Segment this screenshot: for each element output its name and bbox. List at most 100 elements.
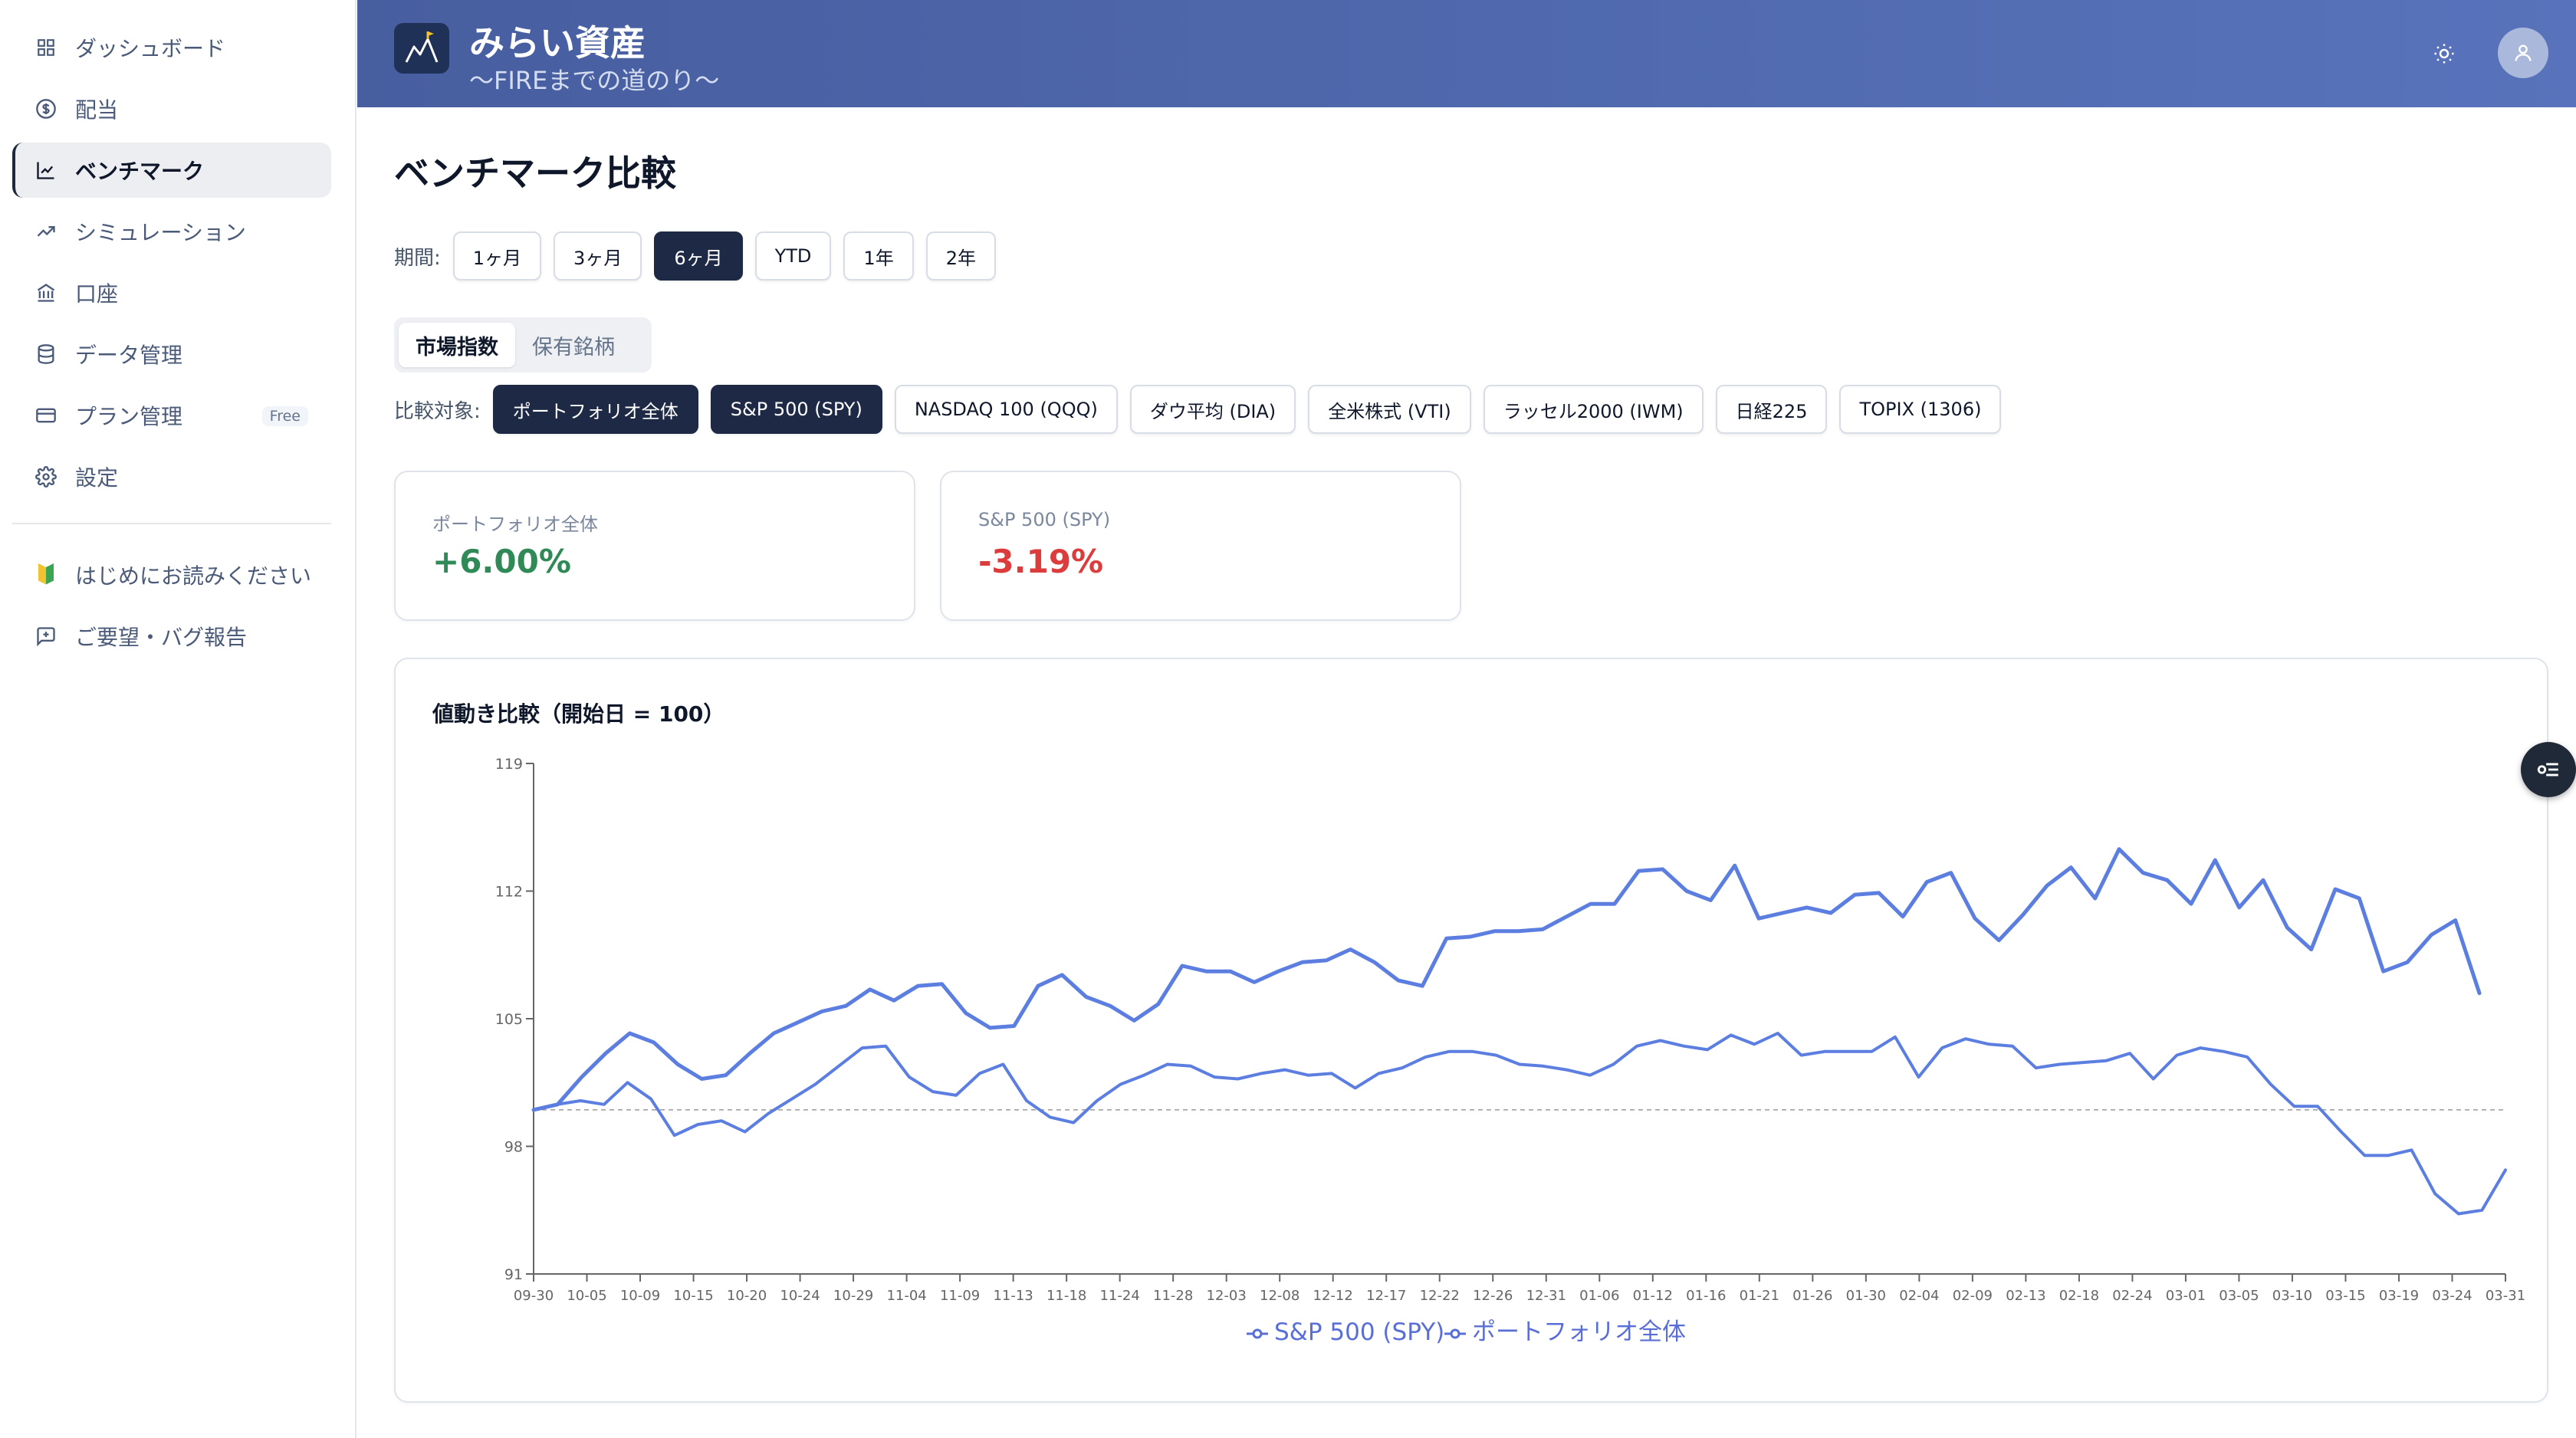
compare-option-iwm[interactable]: ラッセル2000 (IWM) — [1483, 385, 1704, 434]
sidebar-item-label: ベンチマーク — [75, 159, 205, 184]
compare-option-nikkei225[interactable]: 日経225 — [1715, 385, 1828, 434]
compare-option-dia[interactable]: ダウ平均 (DIA) — [1129, 385, 1296, 434]
sidebar-item-label: ご要望・バグ報告 — [75, 625, 248, 650]
series-line-spy — [532, 1032, 2507, 1216]
theme-toggle-button[interactable] — [2427, 37, 2461, 71]
period-button-2y[interactable]: 2年 — [925, 231, 996, 281]
x-tick-label: 01-06 — [1579, 1288, 1619, 1304]
period-button-1y[interactable]: 1年 — [843, 231, 914, 281]
period-button-3m[interactable]: 3ヶ月 — [554, 231, 642, 281]
x-tick-label: 01-16 — [1686, 1288, 1726, 1304]
sun-icon — [2434, 44, 2454, 64]
card-label: ポートフォリオ全体 — [432, 514, 598, 535]
x-tick-label: 03-01 — [2166, 1288, 2206, 1304]
app-title: みらい資産 — [469, 22, 646, 64]
card-label: S&P 500 (SPY) — [978, 509, 1111, 530]
y-tick-label: 105 — [495, 1011, 523, 1028]
credit-card-icon — [34, 403, 58, 428]
sidebar-nav: ダッシュボード 配当 ベンチマーク シミュレーション 口座 データ管理 プラン管… — [12, 20, 331, 670]
x-tick-label: 10-20 — [727, 1288, 767, 1304]
beginner-mark-icon — [34, 563, 58, 587]
compare-option-spy[interactable]: S&P 500 (SPY) — [710, 385, 882, 434]
x-tick-label: 02-18 — [2059, 1288, 2099, 1304]
period-button-ytd[interactable]: YTD — [754, 231, 832, 281]
x-tick-label: 11-28 — [1153, 1288, 1193, 1304]
trending-up-icon — [34, 219, 58, 244]
sidebar-item-benchmark[interactable]: ベンチマーク — [12, 143, 331, 198]
period-button-6m[interactable]: 6ヶ月 — [654, 231, 743, 281]
x-tick-label: 10-05 — [567, 1288, 606, 1304]
app-logo[interactable] — [394, 23, 449, 74]
compare-selector: 比較対象: ポートフォリオ全体 S&P 500 (SPY) NASDAQ 100… — [394, 385, 2013, 434]
app-header: みらい資産 〜FIREまでの道のり〜 — [357, 0, 2576, 107]
x-tick-label: 01-26 — [1792, 1288, 1832, 1304]
compare-option-vti[interactable]: 全米株式 (VTI) — [1308, 385, 1471, 434]
x-tick-label: 12-17 — [1366, 1288, 1406, 1304]
sidebar-item-plan[interactable]: プラン管理 Free — [12, 388, 331, 443]
benchmark-tabs: 市場指数 保有銘柄 — [394, 317, 652, 373]
x-tick-label: 12-22 — [1420, 1288, 1460, 1304]
x-tick-label: 11-18 — [1046, 1288, 1086, 1304]
sidebar-item-dashboard[interactable]: ダッシュボード — [12, 20, 331, 75]
y-tick-label: 98 — [504, 1139, 523, 1156]
x-tick-label: 03-31 — [2486, 1288, 2525, 1304]
dollar-circle-icon — [34, 97, 58, 121]
database-icon — [34, 342, 58, 366]
x-tick-label: 12-12 — [1313, 1288, 1353, 1304]
x-tick-label: 03-19 — [2379, 1288, 2419, 1304]
sidebar-item-settings[interactable]: 設定 — [12, 449, 331, 504]
x-tick-label: 11-04 — [886, 1288, 926, 1304]
sidebar-item-accounts[interactable]: 口座 — [12, 265, 331, 320]
app-subtitle: 〜FIREまでの道のり〜 — [469, 66, 720, 95]
x-tick-label: 10-09 — [620, 1288, 660, 1304]
sidebar-item-data-management[interactable]: データ管理 — [12, 327, 331, 382]
x-tick-label: 11-13 — [993, 1288, 1033, 1304]
return-card-spy: S&P 500 (SPY) -3.19% — [940, 471, 1461, 621]
legend-swatch-marker-portfolio — [1450, 1328, 1460, 1339]
user-avatar-button[interactable] — [2498, 28, 2548, 78]
compare-option-topix[interactable]: TOPIX (1306) — [1839, 385, 2002, 434]
x-tick-label: 02-13 — [2006, 1288, 2045, 1304]
period-selector: 期間: 1ヶ月 3ヶ月 6ヶ月 YTD 1年 2年 — [394, 231, 1008, 281]
grid-icon — [34, 35, 58, 60]
x-tick-label: 12-08 — [1260, 1288, 1300, 1304]
mountain-chart-icon — [405, 31, 439, 63]
compare-option-portfolio[interactable]: ポートフォリオ全体 — [492, 385, 698, 434]
legend-swatch-marker-spy — [1252, 1328, 1263, 1339]
compare-option-qqq[interactable]: NASDAQ 100 (QQQ) — [894, 385, 1118, 434]
series-line-portfolio — [531, 847, 2482, 1112]
card-return-value: -3.19% — [978, 543, 1104, 580]
period-button-1m[interactable]: 1ヶ月 — [452, 231, 542, 281]
tab-market-index[interactable]: 市場指数 — [399, 323, 515, 367]
message-plus-icon — [34, 624, 58, 648]
sidebar-item-label: プラン管理 — [75, 404, 183, 429]
x-tick-label: 09-30 — [514, 1288, 554, 1304]
y-tick-label: 119 — [495, 756, 523, 773]
page-title: ベンチマーク比較 — [394, 153, 676, 194]
x-tick-label: 02-09 — [1953, 1288, 1993, 1304]
filter-list-icon — [2537, 763, 2558, 776]
legend-label-portfolio: ポートフォリオ全体 — [1472, 1318, 1686, 1346]
plan-badge: Free — [261, 406, 308, 426]
sidebar-divider — [12, 523, 331, 524]
x-tick-label: 03-24 — [2432, 1288, 2472, 1304]
x-tick-label: 03-10 — [2272, 1288, 2312, 1304]
sidebar-item-dividends[interactable]: 配当 — [12, 81, 331, 136]
x-tick-label: 01-21 — [1740, 1288, 1779, 1304]
sidebar-item-read-first[interactable]: はじめにお読みください — [12, 547, 331, 602]
x-tick-label: 11-24 — [1099, 1288, 1139, 1304]
sidebar-item-simulation[interactable]: シミュレーション — [12, 204, 331, 259]
x-tick-label: 12-26 — [1473, 1288, 1513, 1304]
sidebar-item-feedback[interactable]: ご要望・バグ報告 — [12, 609, 331, 664]
sidebar-item-label: 設定 — [75, 465, 119, 491]
x-tick-label: 02-24 — [2112, 1288, 2152, 1304]
x-tick-label: 01-12 — [1633, 1288, 1673, 1304]
tab-holdings[interactable]: 保有銘柄 — [515, 323, 632, 367]
sidebar: ダッシュボード 配当 ベンチマーク シミュレーション 口座 データ管理 プラン管… — [0, 0, 356, 1438]
card-return-value: +6.00% — [432, 543, 571, 580]
sidebar-item-label: はじめにお読みください — [75, 563, 312, 589]
gear-icon — [34, 465, 58, 489]
sidebar-item-label: ダッシュボード — [75, 36, 226, 61]
floating-menu-button[interactable] — [2521, 742, 2576, 797]
x-tick-label: 11-09 — [940, 1288, 980, 1304]
